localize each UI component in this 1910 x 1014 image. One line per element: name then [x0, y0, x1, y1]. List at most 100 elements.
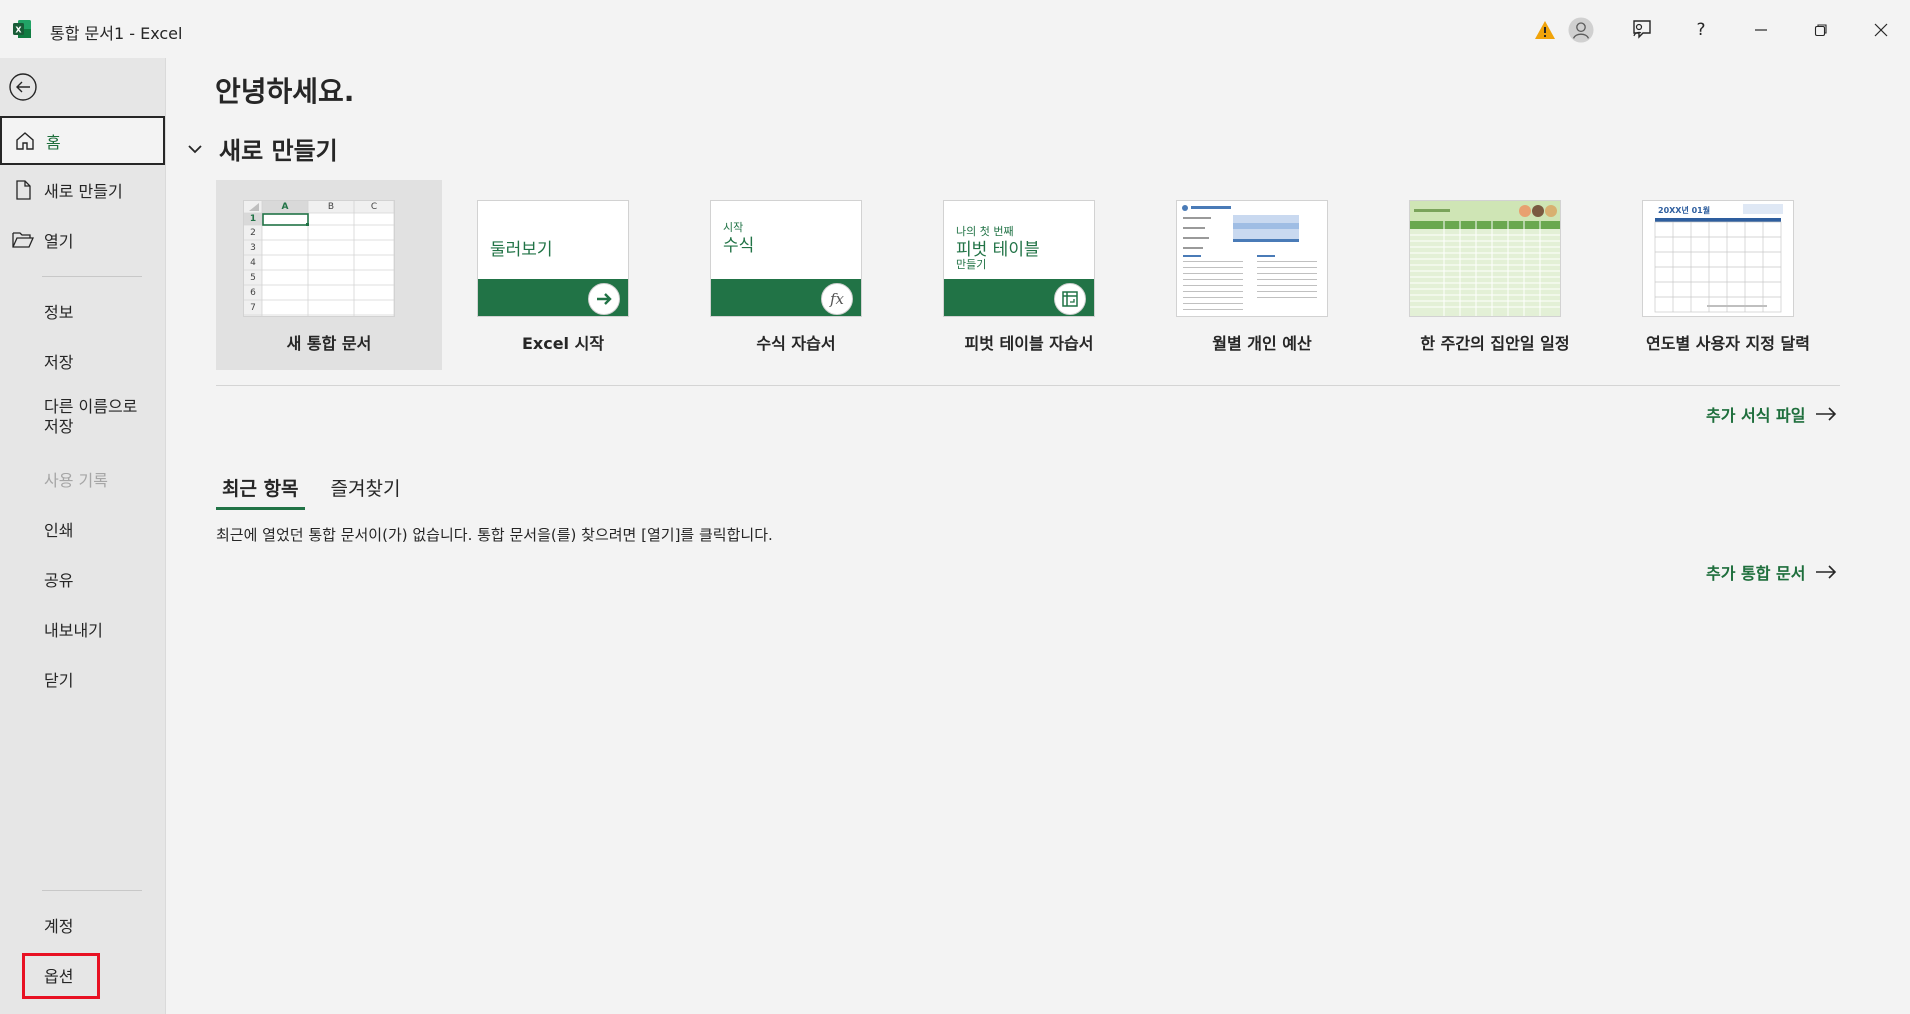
row-header: 1 [249, 214, 257, 224]
template-thumbnail: 나의 첫 번째 피벗 테이블 만들기 [943, 200, 1095, 317]
options-highlight-box [22, 953, 100, 999]
sidebar-item-label: 정보 [44, 303, 74, 322]
column-header: A [281, 202, 289, 212]
calendar-preview [1654, 204, 1783, 313]
help-icon[interactable]: ? [1688, 17, 1714, 43]
feedback-icon[interactable] [1628, 17, 1654, 43]
more-workbooks-label: 추가 통합 문서 [1706, 564, 1806, 583]
template-thumbnail [1409, 200, 1561, 317]
template-name: 월별 개인 예산 [1212, 334, 1312, 353]
sidebar-item-label: 내보내기 [44, 621, 103, 640]
sidebar-item-label: 저장 [44, 353, 74, 372]
more-templates-label: 추가 서식 파일 [1706, 406, 1806, 425]
sidebar-item-label: 사용 기록 [44, 471, 108, 490]
row-header: 2 [250, 228, 256, 238]
column-header: B [327, 202, 335, 212]
tile-title: 수식 [723, 236, 755, 256]
greeting-heading: 안녕하세요. [215, 75, 355, 108]
template-name: 수식 자습서 [756, 334, 836, 353]
row-header: 7 [250, 303, 256, 313]
sidebar-item-print[interactable]: 인쇄 [0, 504, 165, 554]
sidebar-item-label: 공유 [44, 571, 74, 590]
arrow-right-icon [1816, 565, 1837, 579]
tile-sub-text: 만들기 [956, 258, 987, 271]
sidebar-item-history: 사용 기록 [0, 454, 165, 504]
sidebar-item-label: 다른 이름으로 저장 [44, 397, 138, 436]
template-chore-schedule[interactable]: 한 주간의 집안일 일정 [1382, 180, 1608, 370]
sidebar-divider [42, 276, 142, 277]
excel-logo-icon: X [13, 20, 31, 38]
tab-favorites[interactable]: 즐겨찾기 [325, 474, 407, 510]
column-header: C [370, 202, 378, 212]
section-divider [216, 385, 1840, 386]
recent-tabs: 최근 항목 즐겨찾기 [216, 474, 426, 510]
arrow-right-icon [1816, 407, 1837, 421]
sidebar-item-label: 새로 만들기 [44, 182, 123, 201]
minimize-icon[interactable] [1748, 17, 1774, 43]
chore-preview [1410, 201, 1560, 316]
new-section-header[interactable]: 새로 만들기 [185, 131, 338, 166]
svg-text:X: X [15, 26, 22, 35]
template-monthly-budget[interactable]: 월별 개인 예산 [1149, 180, 1375, 370]
sidebar-item-new[interactable]: 새로 만들기 [0, 165, 165, 215]
backstage-sidebar: 홈 새로 만들기 열기 정보 저장 다른 이름으로 저장 사용 기록 인쇄 공유… [0, 58, 166, 1014]
more-workbooks-link[interactable]: 추가 통합 문서 [1706, 560, 1837, 584]
template-formula-tutorial[interactable]: 시작 수식 fx 수식 자습서 [683, 180, 909, 370]
template-thumbnail [1176, 200, 1328, 317]
sidebar-item-info[interactable]: 정보 [0, 286, 165, 336]
empty-recent-message: 최근에 열었던 통합 문서이(가) 없습니다. 통합 문서을(를) 찾으려면 [… [216, 526, 773, 544]
sidebar-item-home[interactable]: 홈 [0, 116, 165, 165]
template-thumbnail: 둘러보기 [477, 200, 629, 317]
template-thumbnail: A B C 1 2 3 4 5 6 7 [243, 200, 395, 317]
sidebar-item-save-as[interactable]: 다른 이름으로 저장 [0, 386, 165, 448]
close-icon[interactable] [1868, 17, 1894, 43]
row-header: 6 [250, 288, 256, 298]
home-icon [14, 130, 36, 152]
row-header: 5 [250, 273, 256, 283]
chevron-down-icon [188, 144, 202, 153]
template-blank-workbook[interactable]: A B C 1 2 3 4 5 6 7 새 통합 문서 [216, 180, 442, 370]
arrow-right-icon [588, 283, 620, 315]
template-thumbnail: 20XX년 01월 [1642, 200, 1794, 317]
restore-icon[interactable] [1808, 17, 1834, 43]
pivot-table-icon [1054, 283, 1086, 315]
sidebar-item-label: 인쇄 [44, 521, 74, 540]
sidebar-item-close[interactable]: 닫기 [0, 654, 165, 704]
template-name: 새 통합 문서 [286, 334, 372, 353]
sidebar-item-label: 닫기 [44, 671, 74, 690]
warning-icon[interactable] [1532, 17, 1558, 43]
tile-title: 둘러보기 [490, 240, 553, 260]
template-name: Excel 시작 [521, 334, 605, 353]
new-doc-icon [12, 179, 34, 201]
budget-preview [1182, 205, 1317, 310]
sidebar-item-account[interactable]: 계정 [0, 900, 165, 950]
sidebar-divider [42, 890, 142, 891]
back-arrow-icon[interactable] [8, 72, 38, 102]
folder-open-icon [12, 229, 34, 251]
sidebar-item-label: 열기 [44, 232, 74, 251]
template-yearly-calendar[interactable]: 20XX년 01월 연도별 사용자 지정 달력 [1615, 180, 1841, 370]
template-name: 연도별 사용자 지정 달력 [1646, 334, 1810, 353]
sidebar-item-open[interactable]: 열기 [0, 215, 165, 265]
sidebar-item-export[interactable]: 내보내기 [0, 604, 165, 654]
template-excel-tour[interactable]: 둘러보기 Excel 시작 [450, 180, 676, 370]
tab-recent[interactable]: 최근 항목 [216, 474, 305, 510]
template-thumbnail: 시작 수식 fx [710, 200, 862, 317]
more-templates-link[interactable]: 추가 서식 파일 [1706, 402, 1837, 426]
row-header: 4 [250, 258, 256, 268]
account-avatar[interactable] [1568, 17, 1594, 43]
fx-icon: fx [821, 283, 853, 315]
title-bar: X 통합 문서1 - Excel ? [0, 0, 1910, 58]
window-title: 통합 문서1 - Excel [50, 24, 183, 43]
template-name: 한 주간의 집안일 일정 [1420, 334, 1570, 353]
sidebar-item-share[interactable]: 공유 [0, 554, 165, 604]
sidebar-item-save[interactable]: 저장 [0, 336, 165, 386]
blank-sheet-preview [244, 201, 394, 316]
calendar-month-title: 20XX년 01월 [1658, 206, 1711, 215]
sidebar-item-label: 계정 [44, 917, 74, 936]
section-title: 새로 만들기 [219, 137, 338, 165]
sidebar-item-label: 홈 [46, 132, 61, 152]
template-pivot-tutorial[interactable]: 나의 첫 번째 피벗 테이블 만들기 피벗 테이블 자습서 [916, 180, 1142, 370]
row-header: 3 [250, 243, 256, 253]
template-name: 피벗 테이블 자습서 [964, 334, 1094, 353]
